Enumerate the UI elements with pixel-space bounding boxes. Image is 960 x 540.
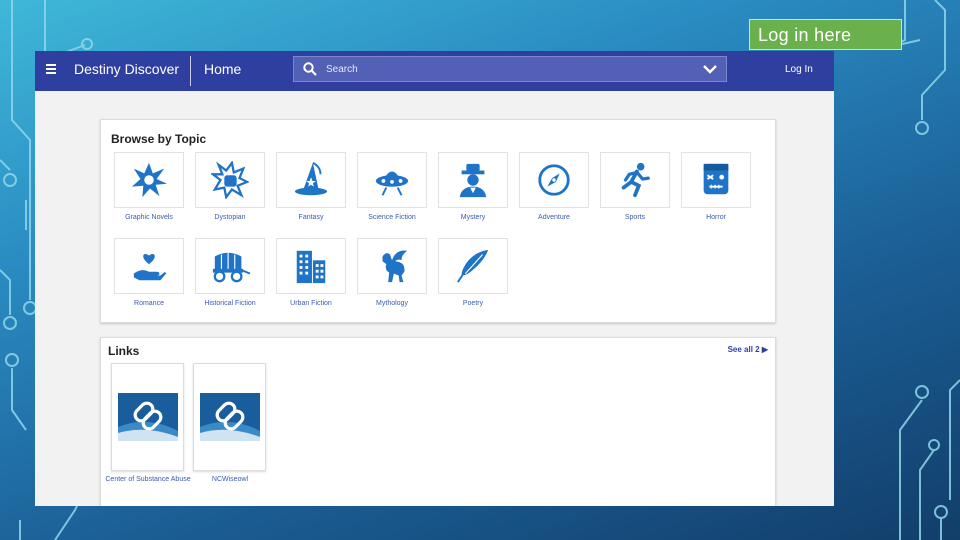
topic-label[interactable]: Romance xyxy=(107,300,191,307)
ufo-icon xyxy=(375,171,409,196)
topic-tile-science-fiction[interactable] xyxy=(357,152,427,208)
heart-hand-icon xyxy=(133,253,167,281)
play-triangle-icon: ▶ xyxy=(761,345,768,354)
topic-label[interactable]: Poetry xyxy=(431,300,515,307)
topic-label[interactable]: Urban Fiction xyxy=(269,300,353,307)
browse-by-topic-panel: Browse by Topic Graphic Novels Dystopian xyxy=(100,119,776,323)
topic-label[interactable]: Sports xyxy=(593,214,677,221)
link-card-label[interactable]: NCWiseowl xyxy=(185,476,275,484)
topic-tile-poetry[interactable] xyxy=(438,238,508,294)
search-bar[interactable]: Search xyxy=(293,56,727,82)
link-card-ncwiseowl[interactable] xyxy=(193,363,266,471)
pegasus-icon xyxy=(382,250,408,283)
link-icon xyxy=(118,393,178,441)
comic-burst-icon xyxy=(131,162,168,198)
buildings-icon xyxy=(296,250,326,284)
topic-tile-fantasy[interactable] xyxy=(276,152,346,208)
topic-tile-mythology[interactable] xyxy=(357,238,427,294)
home-link[interactable]: Home xyxy=(204,61,241,77)
topic-tile-dystopian[interactable] xyxy=(195,152,265,208)
chevron-down-icon[interactable] xyxy=(703,64,717,74)
compass-icon xyxy=(538,164,570,196)
see-all-link[interactable]: See all 2 ▶ xyxy=(728,345,768,354)
fist-icon xyxy=(211,161,249,199)
topic-label[interactable]: Science Fiction xyxy=(350,214,434,221)
links-panel: Links See all 2 ▶ Center of Substance Ab… xyxy=(100,337,776,506)
link-card-center-of-substance-abuse[interactable] xyxy=(111,363,184,471)
login-callout: Log in here xyxy=(749,19,902,50)
links-title: Links xyxy=(108,344,140,358)
monster-icon xyxy=(703,163,729,195)
topic-label[interactable]: Mythology xyxy=(350,300,434,307)
link-card-label[interactable]: Center of Substance Abuse xyxy=(103,476,193,484)
topic-tile-historical-fiction[interactable] xyxy=(195,238,265,294)
search-input[interactable]: Search xyxy=(326,64,358,75)
topic-label[interactable]: Horror xyxy=(674,214,758,221)
brand-title[interactable]: Destiny Discover xyxy=(74,61,179,77)
quill-icon xyxy=(457,249,489,283)
topic-label[interactable]: Mystery xyxy=(431,214,515,221)
topic-tile-sports[interactable] xyxy=(600,152,670,208)
wagon-icon xyxy=(212,252,251,283)
see-all-label[interactable]: See all 2 xyxy=(728,345,760,354)
wizard-hat-icon xyxy=(294,162,328,196)
topic-tile-graphic-novels[interactable] xyxy=(114,152,184,208)
search-icon xyxy=(303,62,317,76)
top-nav-bar: Destiny Discover Home Search Log In xyxy=(35,51,834,91)
runner-icon xyxy=(621,162,650,198)
hamburger-icon[interactable] xyxy=(46,64,56,74)
topic-tile-horror[interactable] xyxy=(681,152,751,208)
link-icon xyxy=(200,393,260,441)
topic-label[interactable]: Historical Fiction xyxy=(188,300,272,307)
topic-tile-romance[interactable] xyxy=(114,238,184,294)
topic-label[interactable]: Dystopian xyxy=(188,214,272,221)
destiny-discover-window: Destiny Discover Home Search Log In Brow… xyxy=(35,51,834,506)
topic-tile-urban-fiction[interactable] xyxy=(276,238,346,294)
nav-divider xyxy=(190,56,191,86)
browse-title: Browse by Topic xyxy=(111,132,207,146)
topic-tile-mystery[interactable] xyxy=(438,152,508,208)
topic-label[interactable]: Fantasy xyxy=(269,214,353,221)
topic-label[interactable]: Adventure xyxy=(512,214,596,221)
login-link[interactable]: Log In xyxy=(785,64,813,75)
detective-icon xyxy=(459,163,487,198)
topic-tile-adventure[interactable] xyxy=(519,152,589,208)
topic-label[interactable]: Graphic Novels xyxy=(107,214,191,221)
